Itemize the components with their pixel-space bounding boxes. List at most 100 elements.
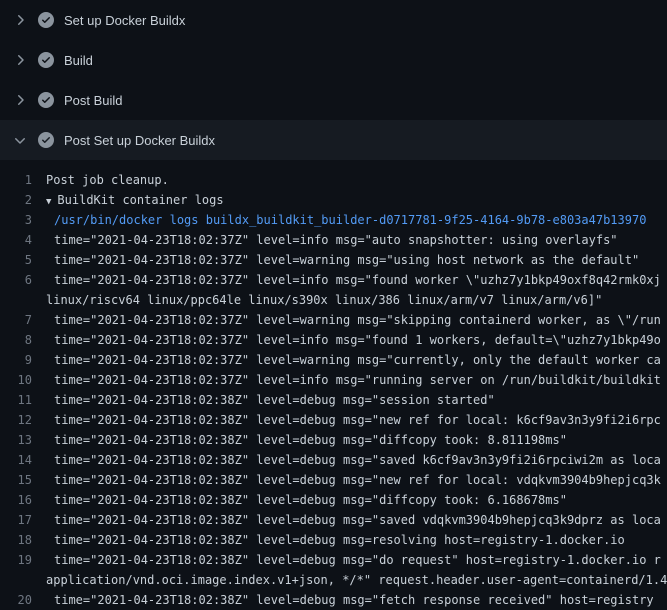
check-circle-icon (38, 92, 54, 108)
step-row[interactable]: Set up Docker Buildx (0, 0, 667, 40)
step-name: Post Build (64, 93, 123, 108)
line-number[interactable]: 15 (0, 470, 46, 490)
log-line: 13 ▼time="2021-04-23T18:02:38Z" level=de… (0, 430, 667, 450)
chevron-right-icon (12, 52, 28, 68)
step-row[interactable]: Post Set up Docker Buildx (0, 120, 667, 160)
line-number[interactable]: 17 (0, 510, 46, 530)
log-line: 19 ▼time="2021-04-23T18:02:38Z" level=de… (0, 550, 667, 570)
log-line: 8 ▼time="2021-04-23T18:02:37Z" level=inf… (0, 330, 667, 350)
chevron-right-icon (12, 92, 28, 108)
log-line: 16 ▼time="2021-04-23T18:02:38Z" level=de… (0, 490, 667, 510)
log-text-content: time="2021-04-23T18:02:38Z" level=debug … (54, 493, 567, 507)
line-number[interactable]: 10 (0, 370, 46, 390)
line-number[interactable]: 8 (0, 330, 46, 350)
line-number[interactable]: 2 (0, 190, 46, 210)
log-text-content: time="2021-04-23T18:02:38Z" level=debug … (54, 393, 495, 407)
line-number[interactable]: 3 (0, 210, 46, 230)
log-text: ▼time="2021-04-23T18:02:38Z" level=debug… (46, 390, 667, 410)
log-text-content: time="2021-04-23T18:02:37Z" level=warnin… (54, 353, 661, 367)
chevron-down-icon (12, 132, 28, 148)
log-text-content: time="2021-04-23T18:02:38Z" level=debug … (54, 453, 661, 467)
log-text: ▼time="2021-04-23T18:02:37Z" level=warni… (46, 350, 667, 370)
check-circle-icon (38, 132, 54, 148)
log-line: ▼application/vnd.oci.image.index.v1+json… (0, 570, 667, 590)
step-name: Build (64, 53, 93, 68)
log-text: ▼time="2021-04-23T18:02:37Z" level=info … (46, 270, 667, 290)
log-text-content: /usr/bin/docker logs buildx_buildkit_bui… (54, 213, 646, 227)
log-text: ▼time="2021-04-23T18:02:38Z" level=debug… (46, 410, 667, 430)
line-number[interactable]: 11 (0, 390, 46, 410)
log-line: 2 ▼ BuildKit container logs (0, 190, 667, 210)
check-circle-icon (38, 12, 54, 28)
log-text-content: time="2021-04-23T18:02:38Z" level=debug … (54, 433, 567, 447)
log-text-content: time="2021-04-23T18:02:37Z" level=info m… (54, 373, 661, 387)
step-name: Set up Docker Buildx (64, 13, 185, 28)
line-number[interactable]: 14 (0, 450, 46, 470)
line-number[interactable]: 7 (0, 310, 46, 330)
log-text: ▼time="2021-04-23T18:02:37Z" level=info … (46, 370, 667, 390)
log-text: ▼time="2021-04-23T18:02:37Z" level=warni… (46, 250, 667, 270)
log-text: ▼time="2021-04-23T18:02:38Z" level=debug… (46, 450, 667, 470)
triangle-down-icon: ▼ (46, 197, 51, 207)
log-text-content: Post job cleanup. (46, 173, 169, 187)
log-text-content: time="2021-04-23T18:02:38Z" level=debug … (54, 413, 661, 427)
log-text: ▼linux/riscv64 linux/ppc64le linux/s390x… (46, 290, 667, 310)
line-number[interactable]: 16 (0, 490, 46, 510)
log-text-content: time="2021-04-23T18:02:38Z" level=debug … (54, 553, 661, 567)
line-number[interactable]: 19 (0, 550, 46, 570)
step-row[interactable]: Post Build (0, 80, 667, 120)
log-line: 3 ▼/usr/bin/docker logs buildx_buildkit_… (0, 210, 667, 230)
line-number[interactable] (0, 570, 46, 590)
log-text-content: time="2021-04-23T18:02:38Z" level=debug … (54, 533, 625, 547)
log-text: ▼time="2021-04-23T18:02:37Z" level=info … (46, 330, 667, 350)
log-line: 12 ▼time="2021-04-23T18:02:38Z" level=de… (0, 410, 667, 430)
log-line: 4 ▼time="2021-04-23T18:02:37Z" level=inf… (0, 230, 667, 250)
log-text: ▼time="2021-04-23T18:02:38Z" level=debug… (46, 550, 667, 570)
line-number[interactable]: 4 (0, 230, 46, 250)
line-number[interactable]: 6 (0, 270, 46, 290)
log-text: ▼time="2021-04-23T18:02:37Z" level=info … (46, 230, 667, 250)
chevron-right-icon (12, 12, 28, 28)
log-text-content: time="2021-04-23T18:02:37Z" level=warnin… (54, 253, 639, 267)
log-line: 6 ▼time="2021-04-23T18:02:37Z" level=inf… (0, 270, 667, 290)
log-text: ▼time="2021-04-23T18:02:38Z" level=debug… (46, 430, 667, 450)
log-text-content: time="2021-04-23T18:02:38Z" level=debug … (54, 473, 661, 487)
log-area: 1 ▼Post job cleanup. 2 ▼ BuildKit contain… (0, 160, 667, 610)
log-text: ▼time="2021-04-23T18:02:38Z" level=debug… (46, 470, 667, 490)
step-row[interactable]: Build (0, 40, 667, 80)
log-line: 10 ▼time="2021-04-23T18:02:37Z" level=in… (0, 370, 667, 390)
line-number[interactable]: 1 (0, 170, 46, 190)
log-line: 17 ▼time="2021-04-23T18:02:38Z" level=de… (0, 510, 667, 530)
log-text: ▼time="2021-04-23T18:02:38Z" level=debug… (46, 490, 667, 510)
log-line: 1 ▼Post job cleanup. (0, 170, 667, 190)
line-number[interactable]: 9 (0, 350, 46, 370)
log-text-content: time="2021-04-23T18:02:38Z" level=debug … (54, 593, 654, 607)
log-text: ▼/usr/bin/docker logs buildx_buildkit_bu… (46, 210, 667, 230)
log-text-content: linux/riscv64 linux/ppc64le linux/s390x … (46, 293, 602, 307)
log-text-content: time="2021-04-23T18:02:37Z" level=warnin… (54, 313, 661, 327)
step-name: Post Set up Docker Buildx (64, 133, 215, 148)
log-text[interactable]: ▼ BuildKit container logs (46, 190, 667, 210)
line-number[interactable]: 12 (0, 410, 46, 430)
line-number[interactable] (0, 290, 46, 310)
log-line: 18 ▼time="2021-04-23T18:02:38Z" level=de… (0, 530, 667, 550)
log-text: ▼application/vnd.oci.image.index.v1+json… (46, 570, 667, 590)
log-text-content: time="2021-04-23T18:02:37Z" level=info m… (54, 333, 661, 347)
log-line: 20 ▼time="2021-04-23T18:02:38Z" level=de… (0, 590, 667, 610)
line-number[interactable]: 5 (0, 250, 46, 270)
log-text-content: application/vnd.oci.image.index.v1+json,… (46, 573, 667, 587)
check-circle-icon (38, 52, 54, 68)
log-line: 9 ▼time="2021-04-23T18:02:37Z" level=war… (0, 350, 667, 370)
log-text: ▼Post job cleanup. (46, 170, 667, 190)
log-text: ▼time="2021-04-23T18:02:38Z" level=debug… (46, 590, 667, 610)
log-line: ▼linux/riscv64 linux/ppc64le linux/s390x… (0, 290, 667, 310)
log-text-content: time="2021-04-23T18:02:38Z" level=debug … (54, 513, 661, 527)
line-number[interactable]: 18 (0, 530, 46, 550)
line-number[interactable]: 20 (0, 590, 46, 610)
log-line: 5 ▼time="2021-04-23T18:02:37Z" level=war… (0, 250, 667, 270)
log-text-content: time="2021-04-23T18:02:37Z" level=info m… (54, 233, 618, 247)
line-number[interactable]: 13 (0, 430, 46, 450)
log-text-content: BuildKit container logs (57, 193, 223, 207)
log-line: 11 ▼time="2021-04-23T18:02:38Z" level=de… (0, 390, 667, 410)
log-line: 7 ▼time="2021-04-23T18:02:37Z" level=war… (0, 310, 667, 330)
